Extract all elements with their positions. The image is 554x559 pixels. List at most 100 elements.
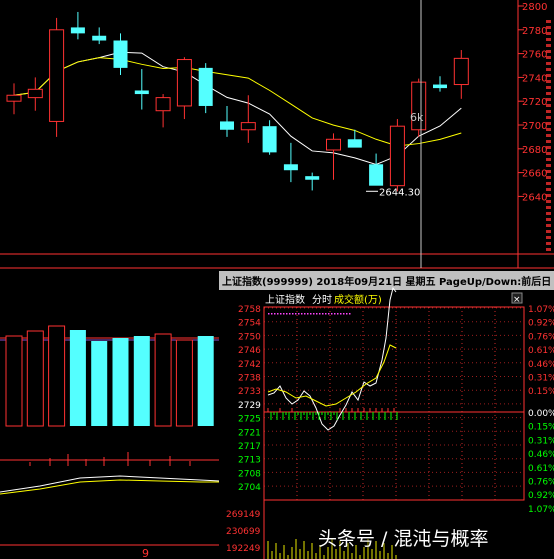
axis-dot [546, 116, 551, 119]
volume-label: 192249 [226, 544, 261, 554]
percent-label: 0.76% [528, 478, 554, 488]
axis-dot [546, 32, 551, 35]
axis-dot [546, 38, 551, 41]
marker-dot [289, 313, 291, 315]
candle-body-up [240, 122, 256, 131]
candle-body-up [176, 59, 192, 107]
axis-dot [546, 134, 551, 137]
candle-body-down [198, 67, 213, 106]
percent-label: 0.31% [528, 436, 554, 446]
axis-dot [546, 98, 551, 101]
tab-volume[interactable]: 成交额(万) [334, 293, 382, 306]
axis-dot [546, 68, 551, 71]
axis-dot [546, 26, 551, 29]
volume-label: 230699 [226, 527, 261, 537]
watermark-text: 头条号 / 混沌与概率 [318, 528, 489, 550]
marker-dot [295, 313, 297, 315]
marker-dot [301, 313, 303, 315]
candle-body-down [283, 164, 298, 171]
percent-label: 0.31% [528, 374, 554, 384]
close-icon[interactable]: × [513, 295, 521, 305]
axis-dot [546, 122, 551, 125]
marker-dot [283, 313, 285, 315]
axis-dot [546, 146, 551, 149]
percent-label: 0.46% [528, 360, 554, 370]
percent-label: 1.07% [528, 305, 554, 315]
candle-body-down [305, 176, 320, 180]
marker-dot [343, 313, 345, 315]
candle-body-down [113, 40, 128, 68]
percent-label: 0.15% [528, 387, 554, 397]
marker-dot [307, 313, 309, 315]
tab-intraday[interactable]: 分时 [312, 294, 332, 306]
price-tick-label: 2740 [522, 73, 547, 84]
marker-dot [280, 313, 282, 315]
axis-dot [546, 128, 551, 131]
candle-body-up [326, 138, 341, 151]
low-marker-label: 2644.30 [379, 187, 420, 198]
price-label: 2708 [238, 469, 261, 479]
axis-dot [546, 50, 551, 53]
marker-dot [277, 313, 279, 315]
axis-dot [546, 86, 551, 89]
candle-body-down [134, 90, 149, 95]
intraday-popup-window[interactable]: 上证指数(999999) 2018年09月21日 星期五 PageUp/Down… [219, 271, 554, 559]
axis-dot [546, 74, 551, 77]
axis-dot [546, 92, 551, 95]
price-tick-label: 2720 [522, 97, 547, 108]
candle-body-up [453, 57, 469, 86]
marker-dot [331, 313, 333, 315]
tab-index-name[interactable]: 上证指数 [265, 293, 305, 306]
axis-dot [546, 248, 551, 251]
marker-dot [316, 313, 318, 315]
candle-body-down [220, 121, 234, 130]
candle-body-up [49, 29, 65, 122]
axis-dot [546, 80, 551, 83]
axis-dot [546, 110, 551, 113]
percent-label: 0.61% [528, 346, 554, 356]
volume-bar-down [112, 338, 129, 426]
marker-dot [334, 313, 336, 315]
price-tick-label: 2640 [522, 192, 547, 203]
axis-dot [546, 200, 551, 203]
volume-bar-up [5, 335, 23, 427]
marker-dot [298, 313, 300, 315]
marker-dot [310, 313, 312, 315]
percent-label: 0.92% [528, 319, 554, 329]
stock-chart-canvas[interactable]: 2800 2780 2760 2740 2720 2700 2680 2660 2640 2644… [0, 0, 554, 559]
percent-label: 0.92% [528, 491, 554, 501]
marker-dot [286, 313, 288, 315]
price-tick-label: 2760 [522, 50, 547, 61]
axis-dot [546, 62, 551, 65]
axis-dot [546, 212, 551, 215]
volume-bar-down [69, 330, 86, 426]
candle-body-down [369, 164, 384, 186]
axis-dot [546, 170, 551, 173]
axis-dot [546, 224, 551, 227]
price-tick-label: 2800 [522, 2, 547, 13]
volume-bar-down [197, 336, 214, 426]
percent-label: 0.61% [528, 464, 554, 474]
candle-body-down [70, 27, 85, 34]
marker-dot [271, 313, 273, 315]
marker-text: 6k [410, 111, 424, 124]
candle-body-up [6, 94, 22, 102]
price-label: 2742 [238, 360, 261, 370]
axis-dot [546, 182, 551, 185]
marker-dot [304, 313, 306, 315]
price-candlestick-panel[interactable]: 2800 2780 2760 2740 2720 2700 2680 2660 2640 2644… [0, 0, 554, 269]
popup-title[interactable]: 上证指数(999999) 2018年09月21日 星期五 PageUp/Down… [222, 275, 554, 288]
marker-dot [268, 313, 270, 315]
price-label: 2729 [238, 401, 261, 411]
price-label: 2713 [238, 456, 261, 466]
price-tick-label: 2680 [522, 145, 547, 156]
axis-dot [546, 194, 551, 197]
price-label: 2754 [238, 319, 261, 329]
percent-label: 1.07% [528, 505, 554, 515]
price-label: 2721 [238, 428, 261, 438]
volume-bar-down [133, 336, 150, 426]
axis-dot [546, 104, 551, 107]
price-label: 2725 [238, 415, 261, 425]
candle-body-down [433, 84, 447, 89]
volume-bar-down [91, 341, 108, 426]
